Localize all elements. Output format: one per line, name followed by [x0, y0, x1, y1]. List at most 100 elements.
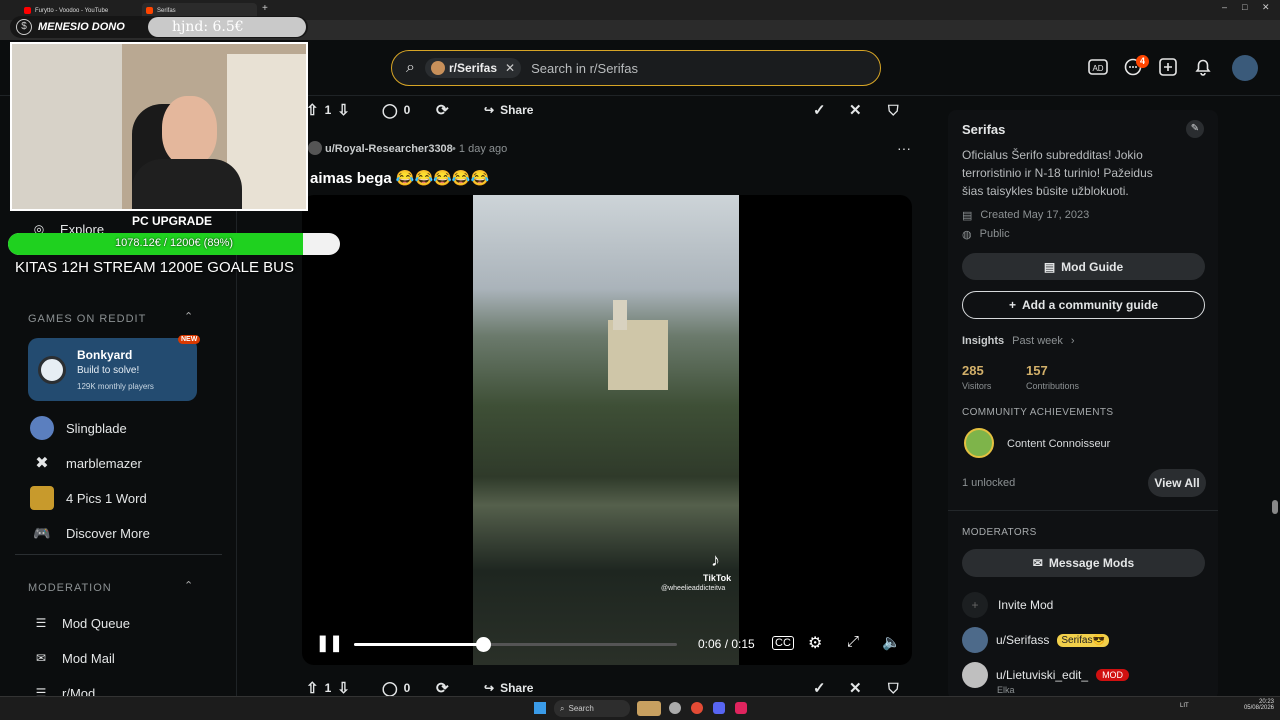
crosspost-icon[interactable]: ⟳	[436, 96, 449, 124]
created-date: ▤ Created May 17, 2023	[962, 209, 1090, 222]
progress-fill	[354, 643, 484, 646]
chrome-icon[interactable]	[691, 702, 703, 714]
downvote-icon[interactable]: ⇩	[337, 679, 350, 697]
pause-icon[interactable]: ❚❚	[316, 633, 343, 653]
close-window-icon[interactable]: ✕	[1262, 2, 1270, 13]
message-mods-button[interactable]: ✉ Message Mods	[962, 549, 1205, 577]
reddit-icon	[146, 7, 153, 14]
achievements-title: COMMUNITY ACHIEVEMENTS	[962, 407, 1114, 418]
search-icon: ⌕	[560, 703, 565, 713]
plus-icon: +	[1008, 298, 1016, 312]
volume-icon[interactable]: 🔈	[882, 633, 901, 651]
tiktok-user: @wheelieaddicteitva	[661, 585, 726, 592]
edit-pencil-icon[interactable]: ✎	[1186, 120, 1204, 138]
mod-flair: Serifas😎	[1057, 633, 1109, 647]
fullscreen-icon[interactable]: ⤢	[847, 633, 859, 650]
invite-mod-button[interactable]: + Invite Mod	[962, 592, 1053, 618]
marblemazer-icon: ✖	[35, 455, 49, 472]
clear-chip-icon[interactable]: ✕	[505, 61, 515, 75]
progress-track[interactable]	[354, 637, 677, 652]
moderator-row[interactable]: u/Lietuviski_edit_ MOD	[962, 662, 1130, 688]
globe-icon: ◍	[962, 229, 972, 241]
bell-icon[interactable]	[1192, 58, 1214, 78]
contributions-count: 157	[1026, 363, 1048, 378]
approve-icon[interactable]: ✓	[813, 96, 826, 124]
new-tab-icon[interactable]: +	[262, 3, 268, 14]
mod-subtitle: Elka	[997, 685, 1015, 695]
featured-game-card[interactable]: Bonkyard Build to solve! 129K monthly pl…	[28, 335, 201, 401]
author-avatar[interactable]	[308, 141, 322, 155]
plus-icon: +	[962, 592, 988, 618]
mod-avatar	[962, 627, 988, 653]
minimize-icon[interactable]: –	[1222, 2, 1227, 12]
four-pics-icon	[30, 486, 54, 510]
discord-icon[interactable]	[713, 702, 725, 714]
scrollbar-thumb[interactable]	[1272, 500, 1278, 514]
goal-progress-bar: 1078.12€ / 1200€ (89%)	[8, 233, 340, 255]
video-player[interactable]: ♪ TikTok @wheelieaddicteitva ❚❚ 0:06 / 0…	[302, 195, 912, 665]
church-tower	[613, 300, 627, 330]
downvote-icon[interactable]: ⇩	[337, 101, 350, 119]
more-options-icon[interactable]: ···	[897, 140, 911, 156]
sidebar-item-4-pics-1-word[interactable]: 4 Pics 1 Word	[30, 486, 147, 510]
sidebar-item-mod-mail[interactable]: ✉ Mod Mail	[32, 649, 115, 667]
divider	[948, 510, 1218, 511]
add-guide-button[interactable]: + Add a community guide	[962, 291, 1205, 319]
share-icon: ↪	[484, 103, 495, 117]
book-icon: ▤	[1043, 259, 1056, 274]
language-indicator[interactable]: LIT	[1180, 703, 1189, 709]
comments-button[interactable]: ◯ 0	[382, 96, 410, 124]
settings-gear-icon[interactable]: ⚙	[808, 633, 822, 653]
donation-value: hjnd: 6.5€	[148, 17, 306, 37]
share-button[interactable]: ↪ Share	[484, 96, 533, 124]
sidebar-item-marblemazer[interactable]: ✖ marblemazer	[30, 451, 142, 475]
sidebar-item-discover-more[interactable]: 🎮 Discover More	[30, 521, 150, 545]
cake-icon: ▤	[962, 210, 973, 222]
post-author[interactable]: u/Royal-Researcher3308	[325, 143, 453, 155]
goal-progress-text: 1078.12€ / 1200€ (89%)	[114, 237, 234, 249]
ad-icon[interactable]: AD	[1087, 58, 1109, 78]
webcam-face	[162, 96, 217, 166]
sidebar-item-slingblade[interactable]: Slingblade	[30, 416, 127, 440]
mod-guide-button[interactable]: ▤ Mod Guide	[962, 253, 1205, 280]
comment-icon: ◯	[382, 101, 398, 118]
queue-icon: ☰	[35, 616, 47, 630]
tiktok-icon: ♪	[711, 550, 720, 570]
shield-icon[interactable]: ⛉	[888, 96, 899, 124]
coin-icon: $	[16, 19, 32, 35]
insights-row[interactable]: Insights Past week ›	[962, 335, 1075, 347]
featured-game-tagline: Build to solve!	[77, 365, 140, 376]
games-section-title: GAMES ON REDDIT	[28, 313, 147, 325]
post-title[interactable]: aimas bega 😂😂😂😂😂	[310, 169, 489, 187]
user-avatar[interactable]	[1232, 55, 1258, 81]
chevron-up-icon[interactable]: ⌃	[184, 310, 193, 323]
visitors-count: 285	[962, 363, 984, 378]
create-post-icon[interactable]	[1157, 58, 1179, 78]
taskbar-search[interactable]: ⌕ Search	[554, 700, 630, 717]
donation-banner: $ MENESIO DONO hjnd: 6.5€	[10, 16, 308, 38]
search-input[interactable]: ⌕ r/Serifas ✕ Search in r/Serifas	[391, 50, 881, 86]
windows-taskbar: ⌕ Search LIT 20:23 05/08/2026	[0, 696, 1280, 720]
unlocked-count: 1 unlocked	[962, 477, 1016, 489]
goal-title: PC UPGRADE	[132, 214, 213, 228]
taskbar-widget-icon[interactable]	[637, 701, 661, 716]
moderator-row[interactable]: u/Serifass Serifas😎	[962, 627, 1109, 653]
taskbar-app-icon[interactable]	[669, 702, 681, 714]
remove-icon[interactable]: ✕	[849, 96, 862, 124]
video-time: 0:06 / 0:15	[698, 637, 755, 651]
divider	[15, 554, 222, 555]
maximize-icon[interactable]: □	[1242, 2, 1247, 12]
clock[interactable]: 20:23 05/08/2026	[1238, 699, 1274, 711]
sidebar-item-mod-queue[interactable]: ☰ Mod Queue	[32, 614, 130, 632]
chevron-right-icon: ›	[1070, 335, 1075, 347]
visitors-label: Visitors	[962, 381, 992, 391]
chevron-up-icon[interactable]: ⌃	[184, 579, 193, 592]
view-all-button[interactable]: View All	[1148, 469, 1206, 497]
tiktok-app-icon[interactable]	[735, 702, 747, 714]
subreddit-search-chip[interactable]: r/Serifas ✕	[424, 58, 522, 78]
windows-start-icon[interactable]	[534, 702, 546, 714]
captions-icon[interactable]: CC	[772, 636, 794, 650]
youtube-icon	[24, 7, 31, 14]
mod-flair: MOD	[1096, 669, 1130, 681]
upvote-icon[interactable]: ⇧	[306, 679, 319, 697]
